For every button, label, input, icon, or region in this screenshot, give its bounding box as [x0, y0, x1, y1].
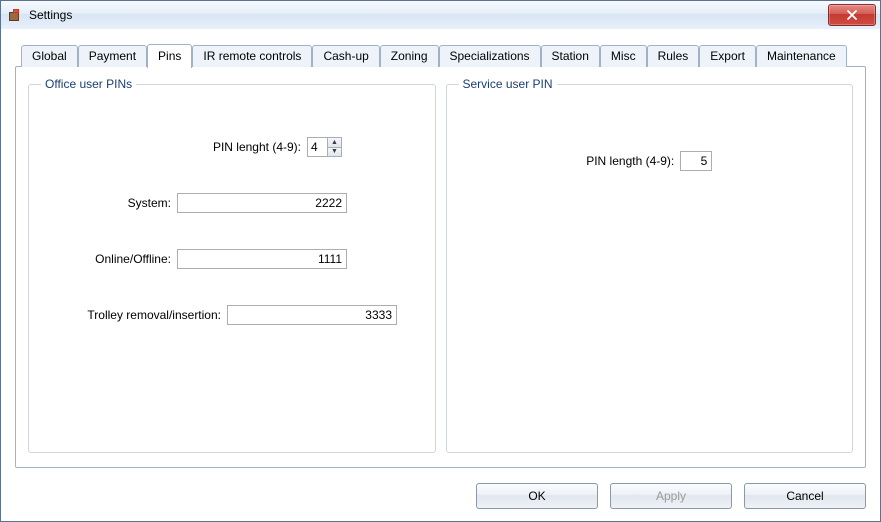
tab-rules[interactable]: Rules: [647, 45, 700, 67]
tab-zoning[interactable]: Zoning: [380, 45, 439, 67]
titlebar: Settings: [1, 1, 880, 30]
tab-misc[interactable]: Misc: [600, 45, 647, 67]
label-trolley: Trolley removal/insertion:: [41, 308, 221, 322]
spin-down-button[interactable]: ▼: [328, 147, 341, 157]
row-online-offline: Online/Offline:: [41, 249, 423, 269]
group-office-user-pins: Office user PINs PIN lenght (4-9): ▲ ▼: [28, 77, 436, 453]
chevron-down-icon: ▼: [331, 148, 338, 155]
label-system: System:: [41, 196, 171, 210]
close-icon: [847, 10, 857, 20]
spin-up-button[interactable]: ▲: [328, 138, 341, 147]
tab-pins[interactable]: Pins: [147, 44, 192, 68]
row-office-pin-length: PIN lenght (4-9): ▲ ▼: [41, 137, 423, 157]
dialog-button-bar: OK Apply Cancel: [476, 483, 866, 509]
tab-station[interactable]: Station: [541, 45, 600, 67]
group-service-user-pin: Service user PIN PIN length (4-9):: [446, 77, 854, 453]
tab-specializations[interactable]: Specializations: [439, 45, 541, 67]
tab-page-pins: Office user PINs PIN lenght (4-9): ▲ ▼: [15, 66, 866, 468]
group-service-legend: Service user PIN: [459, 77, 557, 91]
app-icon: [7, 7, 23, 23]
client-area: Global Payment Pins IR remote controls C…: [1, 29, 880, 521]
row-service-pin-length: PIN length (4-9):: [459, 151, 841, 171]
input-office-pin-length[interactable]: [307, 137, 327, 157]
input-service-pin-length[interactable]: [680, 151, 712, 171]
tab-strip: Global Payment Pins IR remote controls C…: [21, 43, 866, 67]
tab-cash-up[interactable]: Cash-up: [312, 45, 379, 67]
input-system-pin[interactable]: [177, 193, 347, 213]
row-system: System:: [41, 193, 423, 213]
ok-button[interactable]: OK: [476, 483, 598, 509]
tab-maintenance[interactable]: Maintenance: [756, 45, 847, 67]
window-title: Settings: [29, 8, 72, 22]
cancel-button[interactable]: Cancel: [744, 483, 866, 509]
tab-payment[interactable]: Payment: [78, 45, 147, 67]
input-trolley-pin[interactable]: [227, 305, 397, 325]
chevron-up-icon: ▲: [331, 139, 338, 146]
tab-ir-remote-controls[interactable]: IR remote controls: [192, 45, 312, 67]
input-online-offline-pin[interactable]: [177, 249, 347, 269]
label-office-pin-length: PIN lenght (4-9):: [41, 140, 301, 154]
apply-button[interactable]: Apply: [610, 483, 732, 509]
tab-global[interactable]: Global: [21, 45, 78, 67]
close-button[interactable]: [828, 4, 876, 26]
label-service-pin-length: PIN length (4-9):: [586, 154, 674, 168]
label-online-offline: Online/Offline:: [41, 252, 171, 266]
row-trolley: Trolley removal/insertion:: [41, 305, 423, 325]
group-office-legend: Office user PINs: [41, 77, 136, 91]
settings-window: Settings Global Payment Pins IR remote c…: [0, 0, 881, 522]
tab-export[interactable]: Export: [699, 45, 756, 67]
